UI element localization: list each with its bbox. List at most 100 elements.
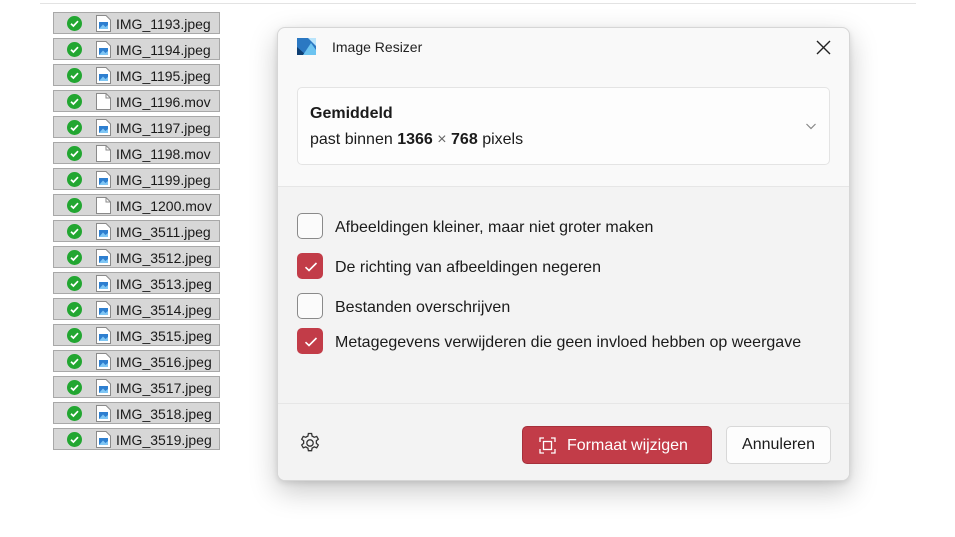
- file-row[interactable]: IMG_1195.jpeg: [53, 64, 220, 86]
- image-resizer-dialog: Image Resizer Gemiddeld past binnen 1366…: [277, 27, 850, 481]
- image-resizer-icon: [297, 38, 316, 55]
- image-file-icon: [96, 171, 111, 188]
- file-name: IMG_1199.jpeg: [116, 172, 211, 188]
- file-row[interactable]: IMG_3518.jpeg: [53, 402, 220, 424]
- size-times: ×: [437, 131, 447, 148]
- file-row[interactable]: IMG_3513.jpeg: [53, 272, 220, 294]
- checkmark-icon: [304, 262, 318, 272]
- image-file-icon: [96, 431, 111, 448]
- blank-file-icon: [96, 197, 111, 214]
- file-name: IMG_1198.mov: [116, 146, 211, 162]
- remove-metadata-checkbox[interactable]: [297, 328, 323, 354]
- check-circle-icon: [67, 250, 82, 265]
- file-list: IMG_1193.jpeg IMG_1194.jpeg IMG_1195.jpeg I…: [53, 12, 220, 454]
- check-circle-icon: [67, 432, 82, 447]
- file-name: IMG_3513.jpeg: [116, 276, 212, 292]
- shrink-only-checkbox[interactable]: [297, 213, 323, 239]
- resize-button[interactable]: Formaat wijzigen: [522, 426, 712, 464]
- image-file-icon: [96, 41, 111, 58]
- file-name: IMG_3514.jpeg: [116, 302, 212, 318]
- file-row[interactable]: IMG_3512.jpeg: [53, 246, 220, 268]
- check-circle-icon: [67, 406, 82, 421]
- window-title: Image Resizer: [332, 39, 423, 55]
- shrink-only-label: Afbeeldingen kleiner, maar niet groter m…: [335, 219, 654, 236]
- image-file-icon: [96, 249, 111, 266]
- file-name: IMG_1197.jpeg: [116, 120, 211, 136]
- check-circle-icon: [67, 198, 82, 213]
- file-name: IMG_3511.jpeg: [116, 224, 211, 240]
- file-name: IMG_3515.jpeg: [116, 328, 212, 344]
- size-width: 1366: [397, 131, 433, 148]
- gear-icon[interactable]: [299, 432, 321, 454]
- file-name: IMG_3517.jpeg: [116, 380, 212, 396]
- size-unit: pixels: [482, 131, 524, 148]
- file-row[interactable]: IMG_1196.mov: [53, 90, 220, 112]
- check-circle-icon: [67, 276, 82, 291]
- blank-file-icon: [96, 145, 111, 162]
- checkmark-icon: [304, 337, 318, 347]
- remove-metadata-label: Metagegevens verwijderen die geen invloe…: [335, 334, 802, 351]
- file-name: IMG_1194.jpeg: [116, 42, 211, 58]
- size-height: 768: [451, 131, 478, 148]
- file-row[interactable]: IMG_3517.jpeg: [53, 376, 220, 398]
- title-bar: Image Resizer: [278, 28, 849, 68]
- size-prefix: past binnen: [310, 131, 393, 148]
- close-icon: [816, 40, 830, 54]
- file-row[interactable]: IMG_1200.mov: [53, 194, 220, 216]
- file-name: IMG_3512.jpeg: [116, 250, 212, 266]
- image-file-icon: [96, 353, 111, 370]
- divider-line: [40, 3, 916, 4]
- check-circle-icon: [67, 224, 82, 239]
- check-circle-icon: [67, 328, 82, 343]
- resize-button-label: Formaat wijzigen: [567, 437, 688, 454]
- file-row[interactable]: IMG_3515.jpeg: [53, 324, 220, 346]
- options-panel: Afbeeldingen kleiner, maar niet groter m…: [278, 187, 849, 403]
- image-file-icon: [96, 275, 111, 292]
- blank-file-icon: [96, 93, 111, 110]
- overwrite-files-label: Bestanden overschrijven: [335, 299, 511, 316]
- file-row[interactable]: IMG_3516.jpeg: [53, 350, 220, 372]
- file-name: IMG_3518.jpeg: [116, 406, 212, 422]
- image-file-icon: [96, 327, 111, 344]
- file-name: IMG_1193.jpeg: [116, 16, 211, 32]
- check-circle-icon: [67, 354, 82, 369]
- check-circle-icon: [67, 146, 82, 161]
- file-row[interactable]: IMG_1193.jpeg: [53, 12, 220, 34]
- file-name: IMG_3516.jpeg: [116, 354, 212, 370]
- chevron-down-icon: [806, 123, 816, 130]
- check-circle-icon: [67, 68, 82, 83]
- file-row[interactable]: IMG_3519.jpeg: [53, 428, 220, 450]
- file-row[interactable]: IMG_1198.mov: [53, 142, 220, 164]
- ignore-orientation-checkbox[interactable]: [297, 253, 323, 279]
- image-file-icon: [96, 15, 111, 32]
- image-file-icon: [96, 405, 111, 422]
- check-circle-icon: [67, 16, 82, 31]
- file-row[interactable]: IMG_1194.jpeg: [53, 38, 220, 60]
- resize-icon: [539, 437, 556, 454]
- file-row[interactable]: IMG_3514.jpeg: [53, 298, 220, 320]
- cancel-button[interactable]: Annuleren: [726, 426, 831, 464]
- file-row[interactable]: IMG_1197.jpeg: [53, 116, 220, 138]
- ignore-orientation-label: De richting van afbeeldingen negeren: [335, 259, 601, 276]
- size-preset-dropdown[interactable]: Gemiddeld past binnen 1366 × 768 pixels: [297, 87, 830, 165]
- check-circle-icon: [67, 94, 82, 109]
- file-name: IMG_3519.jpeg: [116, 432, 212, 448]
- check-circle-icon: [67, 172, 82, 187]
- check-circle-icon: [67, 302, 82, 317]
- file-name: IMG_1195.jpeg: [116, 68, 211, 84]
- file-row[interactable]: IMG_3511.jpeg: [53, 220, 220, 242]
- size-preset-name: Gemiddeld: [310, 105, 393, 122]
- check-circle-icon: [67, 380, 82, 395]
- dialog-footer: Formaat wijzigen Annuleren: [278, 404, 849, 480]
- image-file-icon: [96, 301, 111, 318]
- close-button[interactable]: [806, 34, 840, 60]
- image-file-icon: [96, 119, 111, 136]
- file-name: IMG_1200.mov: [116, 198, 212, 214]
- file-row[interactable]: IMG_1199.jpeg: [53, 168, 220, 190]
- image-file-icon: [96, 67, 111, 84]
- overwrite-files-checkbox[interactable]: [297, 293, 323, 319]
- check-circle-icon: [67, 120, 82, 135]
- size-preset-description: past binnen 1366 × 768 pixels: [310, 131, 523, 149]
- check-circle-icon: [67, 42, 82, 57]
- image-file-icon: [96, 379, 111, 396]
